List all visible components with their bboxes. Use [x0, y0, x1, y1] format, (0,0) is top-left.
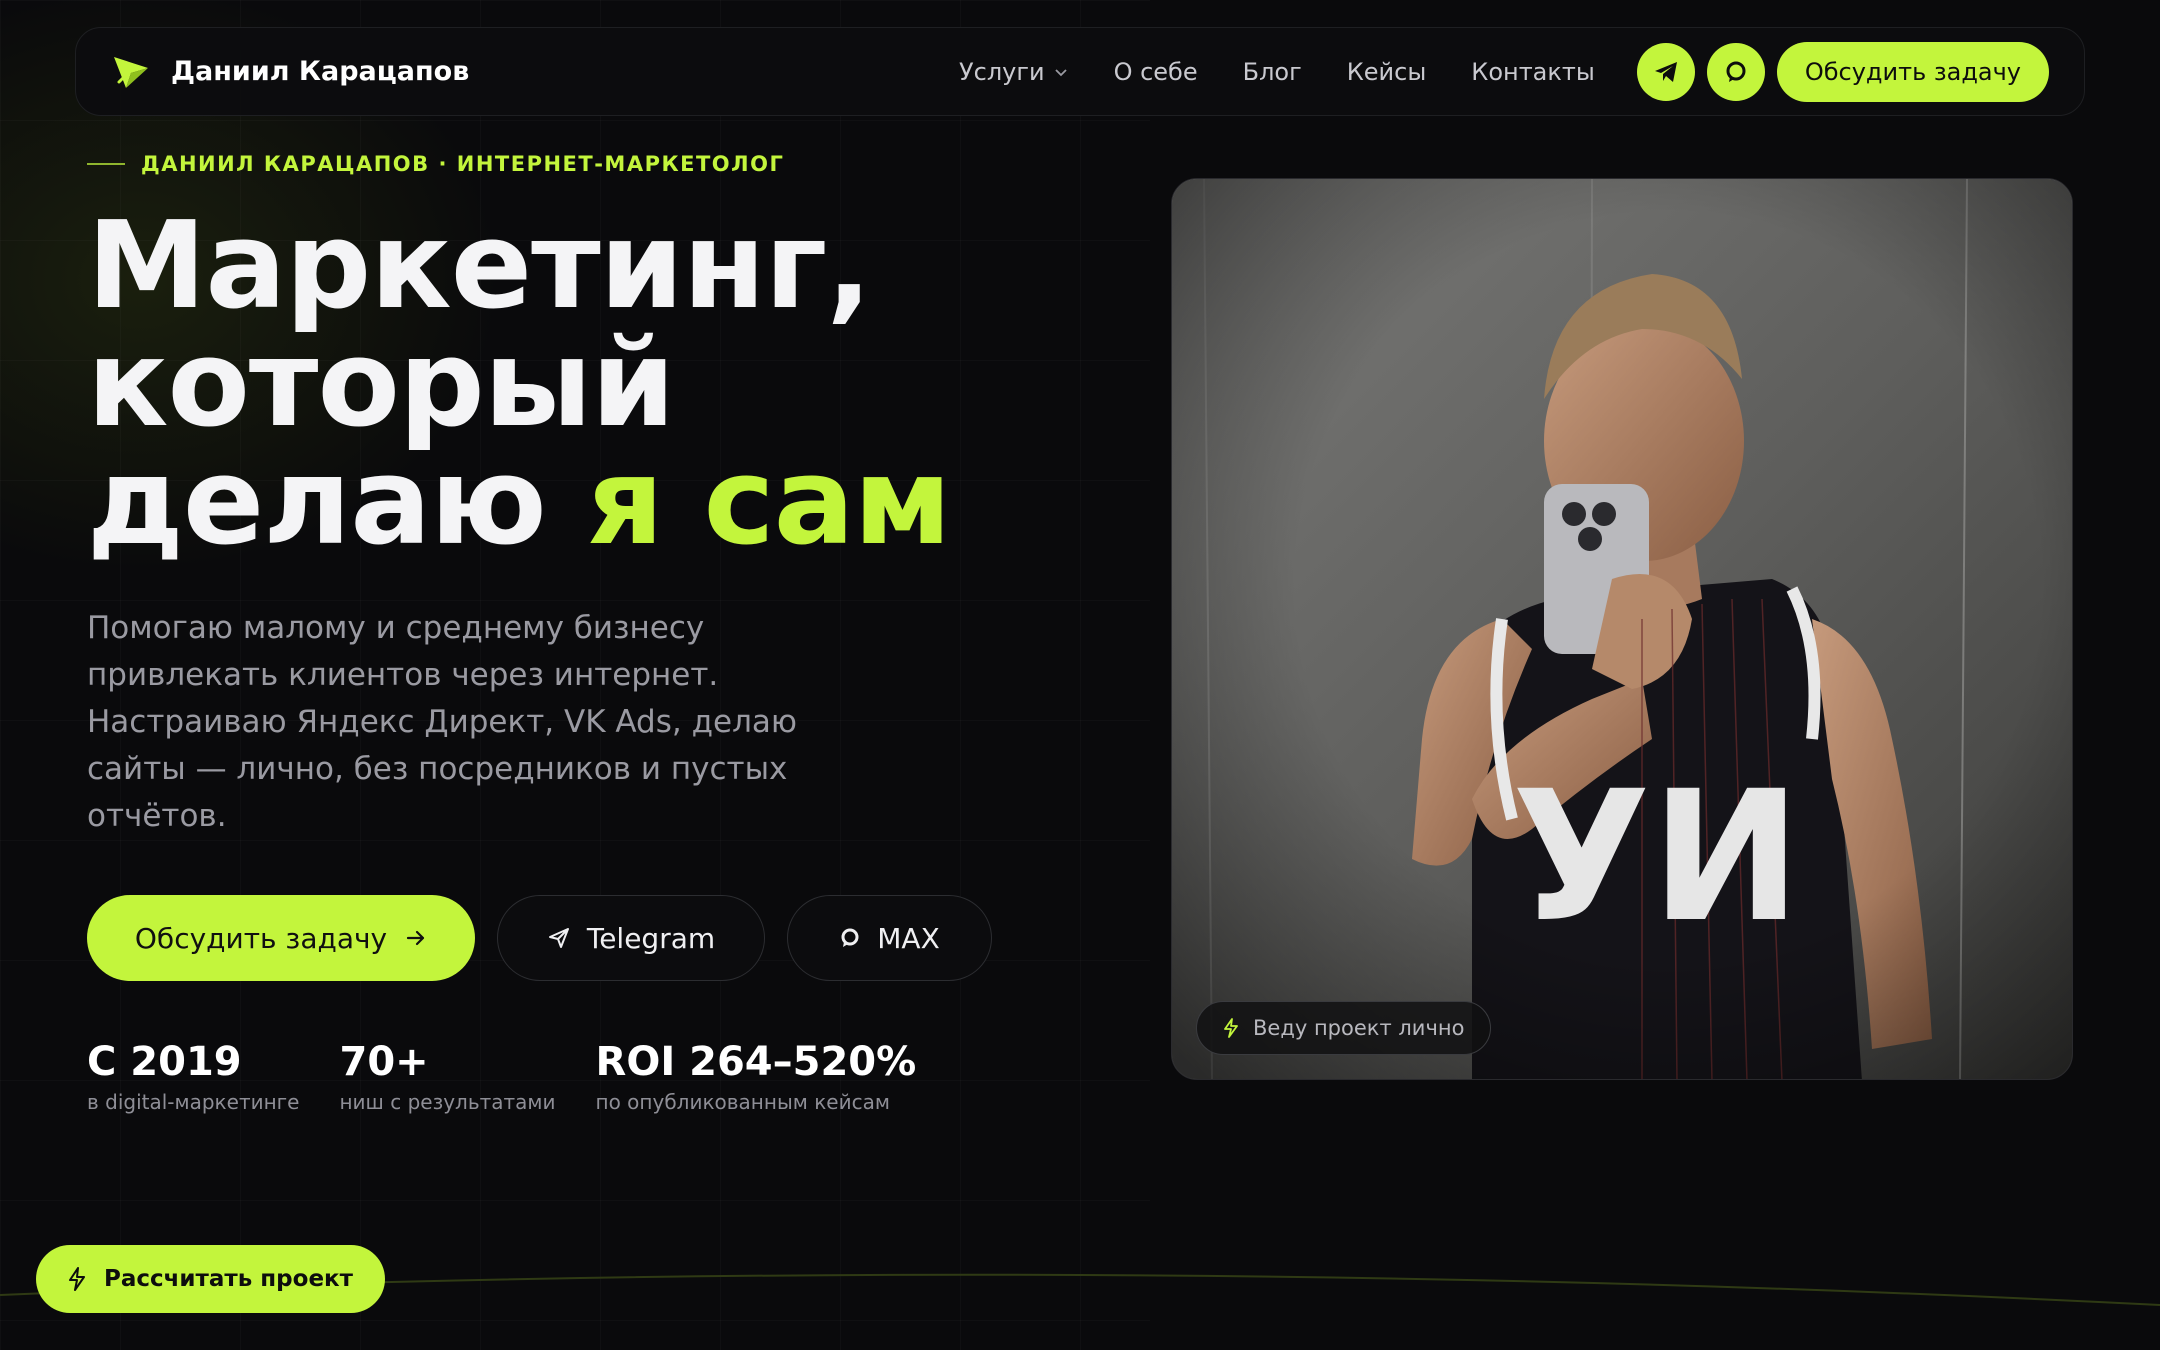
max-nav-button[interactable]: [1706, 42, 1765, 101]
nav-link-contacts[interactable]: Контакты: [1471, 58, 1595, 86]
brand-name: Даниил Карацапов: [171, 56, 470, 87]
chat-bubble-icon: [1726, 61, 1746, 82]
stat-label: в digital-маркетинге: [87, 1090, 300, 1114]
calculate-project-button[interactable]: Рассчитать проект: [36, 1245, 385, 1313]
nav-link-about[interactable]: О себе: [1114, 58, 1198, 86]
chevron-down-icon: [1054, 68, 1067, 76]
paper-plane-logo-icon: [111, 52, 151, 92]
telegram-label: Telegram: [586, 921, 716, 955]
max-button[interactable]: MAX: [787, 895, 992, 981]
send-icon: [548, 928, 569, 948]
arrow-right-icon: [407, 930, 425, 946]
stat-value: С 2019: [87, 1039, 242, 1085]
calculate-project-label: Рассчитать проект: [104, 1266, 353, 1292]
portrait-illustration: УИ: [1172, 179, 2072, 1079]
top-navbar: Даниил Карацапов Услуги О себе Блог Кейс…: [75, 27, 2085, 116]
stat-label: по опубликованным кейсам: [595, 1090, 890, 1114]
cta-row: Обсудить задачу Telegram MAX: [87, 895, 992, 981]
stat-label: ниш с результатами: [339, 1090, 556, 1114]
stat-since: С 2019 в digital-маркетинге: [87, 1038, 299, 1114]
nav-link-services[interactable]: Услуги: [959, 58, 1069, 86]
eyebrow-text: ДАНИИЛ КАРАЦАПОВ · ИНТЕРНЕТ-МАРКЕТОЛОГ: [141, 152, 785, 176]
nav-link-cases[interactable]: Кейсы: [1347, 58, 1427, 86]
lightning-icon: [69, 1267, 85, 1291]
eyebrow-line: [87, 163, 125, 165]
telegram-nav-button[interactable]: [1636, 42, 1695, 101]
page: Даниил Карацапов Услуги О себе Блог Кейс…: [0, 0, 2160, 1350]
nav-links: Услуги О себе Блог Кейсы Контакты: [959, 58, 1595, 86]
eyebrow: ДАНИИЛ КАРАЦАПОВ · ИНТЕРНЕТ-МАРКЕТОЛОГ: [87, 152, 784, 176]
nav-link-blog[interactable]: Блог: [1243, 58, 1302, 86]
discuss-task-label: Обсудить задачу: [134, 921, 388, 955]
stats: С 2019 в digital-маркетинге 70+ ниш с ре…: [87, 1038, 956, 1114]
chat-bubble-icon: [841, 928, 859, 947]
hero-photo: УИ Веду проект лично: [1171, 178, 2073, 1080]
headline-line-3: делаю: [87, 433, 587, 572]
photo-badge: Веду проект лично: [1196, 1001, 1492, 1055]
stat-niches: 70+ ниш с результатами: [339, 1038, 555, 1114]
lightning-icon: [1224, 1018, 1238, 1038]
nav-discuss-button[interactable]: Обсудить задачу: [1776, 41, 2049, 102]
stat-value: 70+: [339, 1039, 429, 1085]
hero-headline: Маркетинг, который делаю я сам: [87, 207, 1087, 563]
telegram-button[interactable]: Telegram: [497, 895, 765, 981]
max-label: MAX: [877, 921, 940, 955]
nav-link-services-label: Услуги: [959, 57, 1045, 86]
headline-accent: я сам: [586, 433, 952, 572]
brand[interactable]: Даниил Карацапов: [111, 52, 469, 92]
telegram-icon: [1654, 61, 1677, 82]
photo-badge-text: Веду проект лично: [1253, 1016, 1465, 1040]
hero-lead: Помогаю малому и среднему бизнесу привле…: [87, 610, 797, 834]
discuss-task-button[interactable]: Обсудить задачу: [87, 895, 475, 981]
stat-roi: ROI 264–520% по опубликованным кейсам: [596, 1038, 917, 1114]
stat-value: ROI 264–520%: [595, 1039, 917, 1085]
